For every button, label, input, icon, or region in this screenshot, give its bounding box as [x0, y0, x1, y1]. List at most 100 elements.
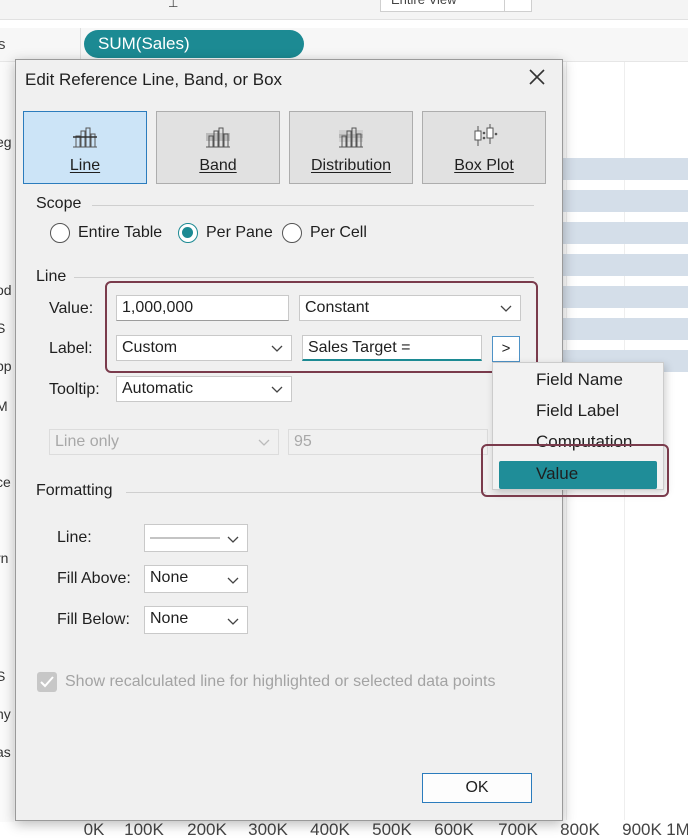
- bar-mark[interactable]: [560, 158, 688, 180]
- band-type-label: Band: [199, 157, 237, 174]
- radio-circle: [178, 223, 198, 243]
- row-header: rn: [0, 550, 9, 566]
- distribution-type-button[interactable]: Distribution: [289, 111, 413, 184]
- distribution-type-label: Distribution: [310, 157, 392, 174]
- edit-reference-line-dialog: Edit Reference Line, Band, or Box Line B…: [15, 59, 563, 821]
- row-header: ny: [0, 706, 11, 722]
- fill-above-select[interactable]: None: [144, 565, 248, 593]
- x-tick: 800K: [560, 820, 600, 839]
- confidence-select-text: Line only: [55, 433, 120, 450]
- view-size-text: Entire View: [391, 0, 457, 7]
- row-header: ce: [0, 474, 11, 490]
- band-type-button[interactable]: Band: [156, 111, 280, 184]
- dialog-title: Edit Reference Line, Band, or Box: [25, 70, 283, 89]
- x-tick: 400K: [310, 820, 350, 839]
- app-toolbar: ⊥ Entire View: [0, 0, 688, 20]
- row-header: M: [0, 398, 8, 414]
- line-type-label: Line: [69, 157, 101, 174]
- chevron-down-icon: [258, 439, 270, 446]
- fill-above-text: None: [150, 569, 189, 586]
- line-style-select[interactable]: [144, 524, 248, 552]
- custom-label-input[interactable]: Sales Target =: [302, 335, 482, 361]
- menu-item-computation[interactable]: Computation: [493, 429, 663, 457]
- fill-above-label: Fill Above:: [57, 570, 131, 587]
- x-axis: 0K 100K 200K 300K 400K 500K 600K 700K 80…: [84, 820, 688, 839]
- radio-label: Per Cell: [310, 224, 367, 241]
- row-header: S: [0, 668, 6, 684]
- chevron-down-icon: [271, 345, 283, 352]
- radio-circle: [50, 223, 70, 243]
- tooltip-select[interactable]: Automatic: [116, 376, 292, 402]
- bar-mark[interactable]: [560, 286, 688, 308]
- x-tick: 200K: [187, 820, 227, 839]
- menu-item-field-name[interactable]: Field Name: [493, 367, 663, 395]
- scope-per-cell-radio[interactable]: Per Cell: [282, 223, 367, 243]
- value-label: Value:: [49, 300, 94, 317]
- scope-heading: Scope: [36, 195, 82, 212]
- x-tick: 1M: [666, 820, 688, 839]
- value-type-select[interactable]: Constant: [299, 295, 521, 321]
- menu-item-value[interactable]: Value: [499, 461, 657, 489]
- label-type-select[interactable]: Custom: [116, 335, 292, 361]
- x-tick: 900K: [622, 820, 662, 839]
- row-header: eg: [0, 134, 12, 150]
- bar-mark[interactable]: [560, 190, 688, 212]
- x-tick: 100K: [124, 820, 164, 839]
- label-label: Label:: [49, 340, 93, 357]
- line-divider: [74, 277, 534, 278]
- fill-below-label: Fill Below:: [57, 611, 130, 628]
- bar-mark[interactable]: [560, 222, 688, 244]
- confidence-value-input: 95: [288, 429, 488, 455]
- label-type-text: Custom: [122, 339, 178, 356]
- close-icon[interactable]: [526, 66, 548, 88]
- scope-per-pane-radio[interactable]: Per Pane: [178, 223, 273, 243]
- value-input[interactable]: 1,000,000: [116, 295, 289, 321]
- ok-button[interactable]: OK: [422, 773, 532, 803]
- fill-below-text: None: [150, 610, 189, 627]
- scope-divider: [92, 205, 534, 206]
- recalculated-line-label: Show recalculated line for highlighted o…: [65, 673, 496, 690]
- sum-sales-pill[interactable]: SUM(Sales): [84, 30, 304, 58]
- tooltip-label: Tooltip:: [49, 381, 100, 398]
- chevron-down-icon: [227, 577, 239, 584]
- chevron-down-icon: [271, 386, 283, 393]
- distribution-icon: [339, 127, 363, 148]
- bar-mark[interactable]: [560, 318, 688, 340]
- x-tick: 500K: [372, 820, 412, 839]
- value-type-text: Constant: [305, 299, 370, 316]
- checkmark-icon: [40, 676, 54, 688]
- shelf-label: s: [0, 36, 6, 53]
- box-plot-type-button[interactable]: Box Plot: [422, 111, 546, 184]
- row-header: pp: [0, 358, 12, 374]
- chevron-down-icon: [500, 305, 512, 312]
- fill-below-select[interactable]: None: [144, 606, 248, 634]
- chevron-down-icon: [227, 618, 239, 625]
- formatting-heading: Formatting: [36, 482, 113, 499]
- radio-circle: [282, 223, 302, 243]
- recalculated-line-checkbox-row: Show recalculated line for highlighted o…: [37, 672, 496, 692]
- format-line-label: Line:: [57, 529, 92, 546]
- tooltip-text: Automatic: [122, 380, 194, 397]
- line-type-button[interactable]: Line: [23, 111, 147, 184]
- radio-label: Per Pane: [206, 224, 273, 241]
- line-heading: Line: [36, 268, 67, 285]
- row-headers: eg od S pp M ce rn S ny as: [0, 62, 14, 822]
- radio-label: Entire Table: [78, 224, 163, 241]
- x-tick: 700K: [498, 820, 538, 839]
- box-plot-type-label: Box Plot: [454, 157, 514, 174]
- row-header: as: [0, 744, 11, 760]
- band-icon: [206, 127, 230, 148]
- row-header: S: [0, 320, 6, 336]
- scope-entire-table-radio[interactable]: Entire Table: [50, 223, 162, 243]
- row-header: od: [0, 282, 12, 298]
- x-tick: 600K: [434, 820, 474, 839]
- line-style-swatch: [150, 537, 220, 539]
- bar-mark[interactable]: [560, 254, 688, 276]
- view-size-dropdown[interactable]: Entire View: [380, 0, 532, 12]
- insert-field-button[interactable]: >: [492, 336, 520, 362]
- menu-item-field-label[interactable]: Field Label: [493, 398, 663, 426]
- chevron-down-icon: [227, 536, 239, 543]
- toolbar-glyph: ⊥: [168, 0, 179, 10]
- x-tick: 300K: [248, 820, 288, 839]
- box-plot-icon: [474, 124, 498, 146]
